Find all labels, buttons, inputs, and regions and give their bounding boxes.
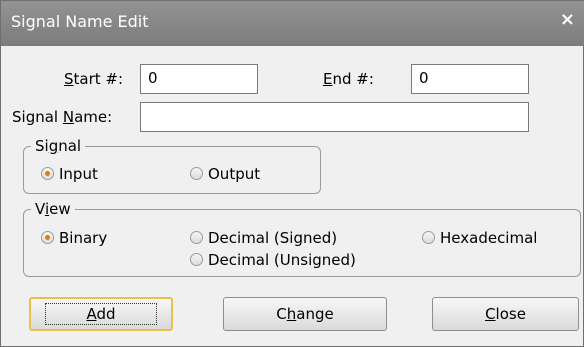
- close-icon[interactable]: ×: [560, 11, 575, 29]
- radio-checked-icon: [41, 231, 54, 244]
- dialog-title: Signal Name Edit: [11, 12, 149, 31]
- change-button-label-a: C: [276, 305, 287, 323]
- close-button-label-rest: lose: [495, 305, 526, 323]
- signal-name-label-a: Signal: [12, 108, 63, 126]
- add-button-label-u: A: [86, 305, 97, 323]
- radio-unchecked-icon: [190, 167, 203, 180]
- radio-binary-label: Binary: [59, 229, 108, 247]
- end-label-text: nd #:: [332, 70, 374, 88]
- radio-hexadecimal[interactable]: Hexadecimal: [422, 229, 537, 247]
- view-legend-a: V: [35, 200, 45, 218]
- signal-legend-b: nal: [58, 137, 82, 155]
- change-button[interactable]: Change: [223, 297, 387, 331]
- add-button[interactable]: Add: [29, 297, 173, 331]
- radio-hexadecimal-label: Hexadecimal: [440, 229, 538, 247]
- change-button-label-b: ange: [296, 305, 334, 323]
- radio-binary[interactable]: Binary: [41, 229, 107, 247]
- close-button[interactable]: Close: [432, 297, 579, 331]
- radio-unchecked-icon: [190, 253, 203, 266]
- radio-output[interactable]: Output: [190, 165, 260, 183]
- start-label-text: tart #:: [73, 70, 124, 88]
- view-group-legend: View: [31, 200, 75, 218]
- radio-input-label: Input: [59, 165, 98, 183]
- signal-name-label-b: ame:: [74, 108, 113, 126]
- add-button-focus: Add: [45, 303, 157, 325]
- start-label: Start #:: [64, 70, 124, 88]
- start-input[interactable]: 0: [140, 64, 258, 94]
- signal-legend-u: g: [48, 137, 59, 155]
- radio-input[interactable]: Input: [41, 165, 98, 183]
- signal-name-label: Signal Name:: [12, 108, 113, 126]
- signal-legend-a: Si: [35, 137, 49, 155]
- change-button-label-u: h: [286, 305, 297, 323]
- signal-name-input[interactable]: [140, 102, 529, 132]
- end-label: End #:: [323, 70, 374, 88]
- radio-decimal-unsigned[interactable]: Decimal (Unsigned): [190, 251, 356, 269]
- radio-output-label: Output: [208, 165, 261, 183]
- radio-unchecked-icon: [190, 231, 203, 244]
- radio-decimal-unsigned-label: Decimal (Unsigned): [208, 251, 356, 269]
- radio-decimal-signed-label: Decimal (Signed): [208, 229, 338, 247]
- radio-unchecked-icon: [422, 231, 435, 244]
- signal-group-legend: Signal: [31, 137, 86, 155]
- close-button-label-u: C: [485, 305, 496, 323]
- radio-checked-icon: [41, 167, 54, 180]
- end-input[interactable]: 0: [411, 64, 529, 94]
- signal-name-edit-dialog: Signal Name Edit × Start #: 0 End #: 0 S…: [0, 0, 584, 347]
- radio-decimal-signed[interactable]: Decimal (Signed): [190, 229, 337, 247]
- title-bar[interactable]: Signal Name Edit ×: [1, 1, 584, 46]
- add-button-label-rest: dd: [96, 305, 116, 323]
- view-legend-b: ew: [49, 200, 71, 218]
